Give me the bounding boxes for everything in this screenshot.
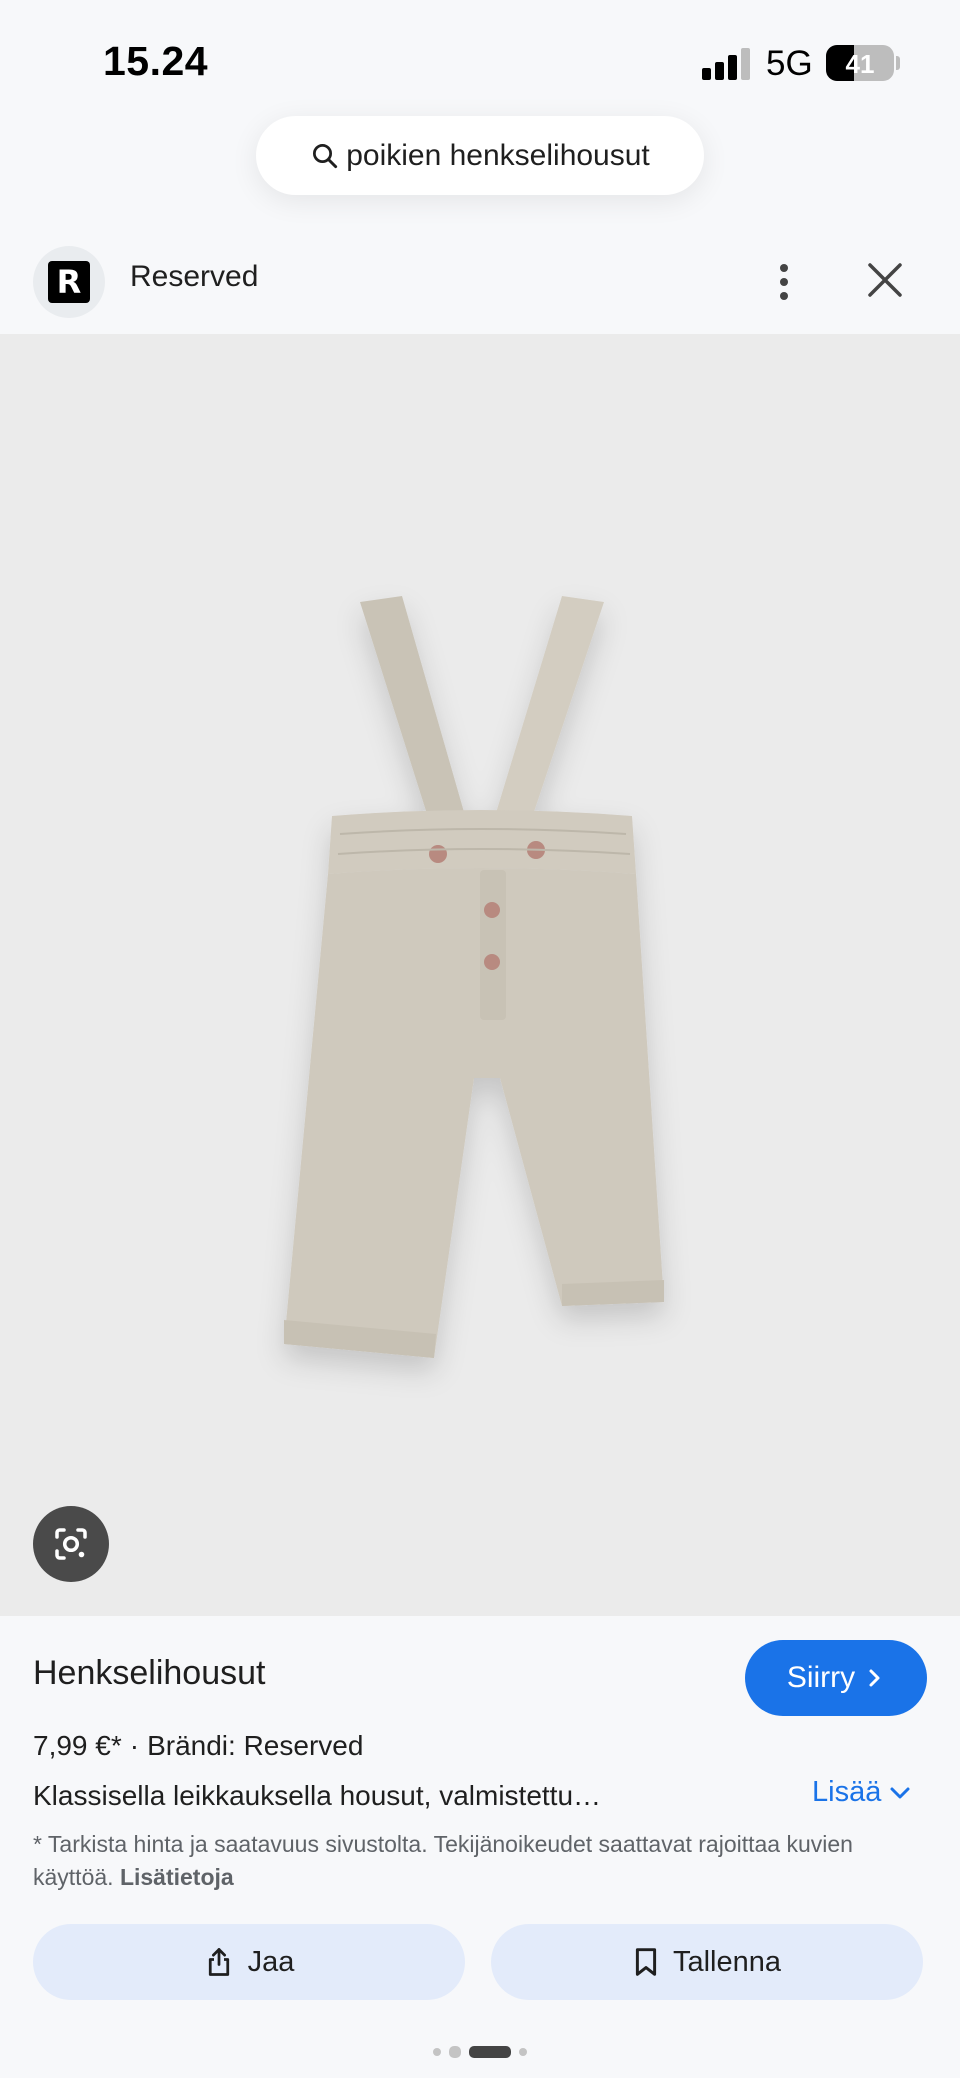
product-details: Henkselihousut Siirry 7,99 €* · Brändi: Re… xyxy=(0,1616,960,2078)
page-dot[interactable] xyxy=(449,2046,461,2058)
chevron-down-icon xyxy=(890,1787,910,1798)
battery-icon: 41 xyxy=(826,45,894,81)
product-description: Klassisella leikkauksella housut, valmis… xyxy=(33,1780,602,1811)
meta-separator: · xyxy=(129,1730,140,1761)
battery-level: 41 xyxy=(845,49,875,79)
visit-label: Siirry xyxy=(786,1661,856,1694)
signal-icon xyxy=(702,46,752,80)
product-image[interactable] xyxy=(0,334,960,1616)
share-button[interactable]: Jaa xyxy=(33,1924,465,2000)
more-link-label: Lisää xyxy=(812,1776,882,1808)
more-vert-icon xyxy=(780,264,788,272)
lens-icon xyxy=(55,1528,87,1560)
save-button[interactable]: Tallenna xyxy=(491,1924,923,2000)
product-price: 7,99 €* xyxy=(33,1730,122,1761)
lens-button[interactable] xyxy=(33,1506,109,1582)
status-time: 15.24 xyxy=(103,38,209,84)
status-bar: 15.24 5G 41 xyxy=(0,0,960,120)
result-header: R Reserved xyxy=(0,232,960,334)
disclaimer: * Tarkista hinta ja saatavuus sivustolta… xyxy=(33,1828,913,1894)
battery-nub xyxy=(896,56,900,70)
save-label: Tallenna xyxy=(672,1945,782,1978)
search-icon xyxy=(313,143,338,168)
bookmark-icon xyxy=(635,1948,657,1976)
network-type: 5G xyxy=(766,44,813,83)
more-options-button[interactable] xyxy=(764,256,804,308)
product-image-illustration xyxy=(284,596,664,1358)
product-title: Henkselihousut xyxy=(33,1654,266,1692)
page-dot[interactable] xyxy=(433,2048,441,2056)
close-icon[interactable] xyxy=(860,252,910,308)
search-query-text: poikien henkselihousut xyxy=(346,138,650,172)
page-dot[interactable] xyxy=(519,2048,527,2056)
chevron-right-icon xyxy=(869,1669,880,1687)
learn-more-link[interactable]: Lisätietoja xyxy=(120,1864,234,1890)
logo-letter: R xyxy=(48,261,90,303)
search-query-pill[interactable]: poikien henkselihousut xyxy=(256,116,704,195)
share-icon xyxy=(208,1948,229,1976)
more-link[interactable]: Lisää xyxy=(812,1776,911,1809)
share-label: Jaa xyxy=(247,1945,295,1978)
pagination-dots xyxy=(0,2045,960,2059)
page-dot-active[interactable] xyxy=(469,2046,511,2058)
visit-button[interactable]: Siirry xyxy=(745,1640,927,1716)
site-logo[interactable]: R xyxy=(33,246,105,318)
product-meta: 7,99 €* · Brändi: Reserved xyxy=(33,1730,363,1762)
site-name[interactable]: Reserved xyxy=(130,260,258,294)
product-brand: Brändi: Reserved xyxy=(147,1730,364,1761)
